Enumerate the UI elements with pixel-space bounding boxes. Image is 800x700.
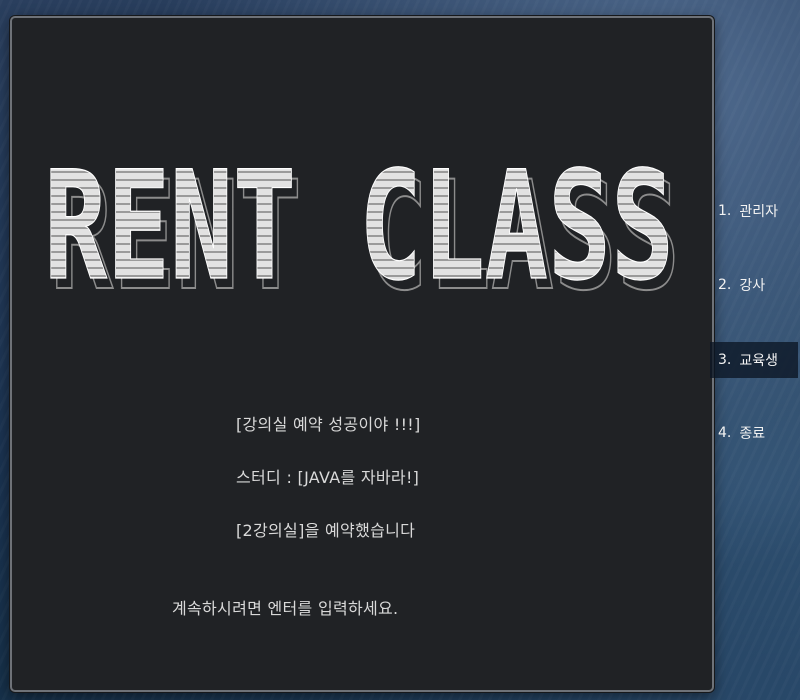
menu-item-label: 강사 xyxy=(739,278,766,294)
reservation-success-message: [강의실 예약 성공이야 !!!] xyxy=(236,415,421,434)
reserved-room-line: [2강의실]을 예약했습니다 xyxy=(236,521,416,540)
menu-item-admin[interactable]: 1. 관리자 xyxy=(710,193,798,229)
menu-item-number: 2. xyxy=(718,277,732,293)
menu-item-number: 4. xyxy=(718,425,732,441)
logo-main-text: RENT CLASS xyxy=(44,140,674,298)
menu-item-instructor[interactable]: 2. 강사 xyxy=(710,267,798,303)
menu-item-exit[interactable]: 4. 종료 xyxy=(710,415,798,451)
menu-item-label: 교육생 xyxy=(739,353,778,369)
rent-class-ascii-logo: RENT CLASS RENT CLASS xyxy=(43,139,681,298)
console-window[interactable]: RENT CLASS RENT CLASS [강의실 예약 성공이야 !!!] … xyxy=(10,16,714,692)
continue-prompt: 계속하시려면 엔터를 입력하세요. xyxy=(172,599,399,618)
study-name-line: 스터디 : [JAVA를 자바라!] xyxy=(236,468,420,487)
menu-item-student[interactable]: 3. 교육생 xyxy=(710,342,798,378)
menu-item-number: 3. xyxy=(718,352,732,368)
menu-item-label: 종료 xyxy=(739,426,766,442)
menu-item-label: 관리자 xyxy=(739,204,778,220)
menu-item-number: 1. xyxy=(718,203,732,219)
